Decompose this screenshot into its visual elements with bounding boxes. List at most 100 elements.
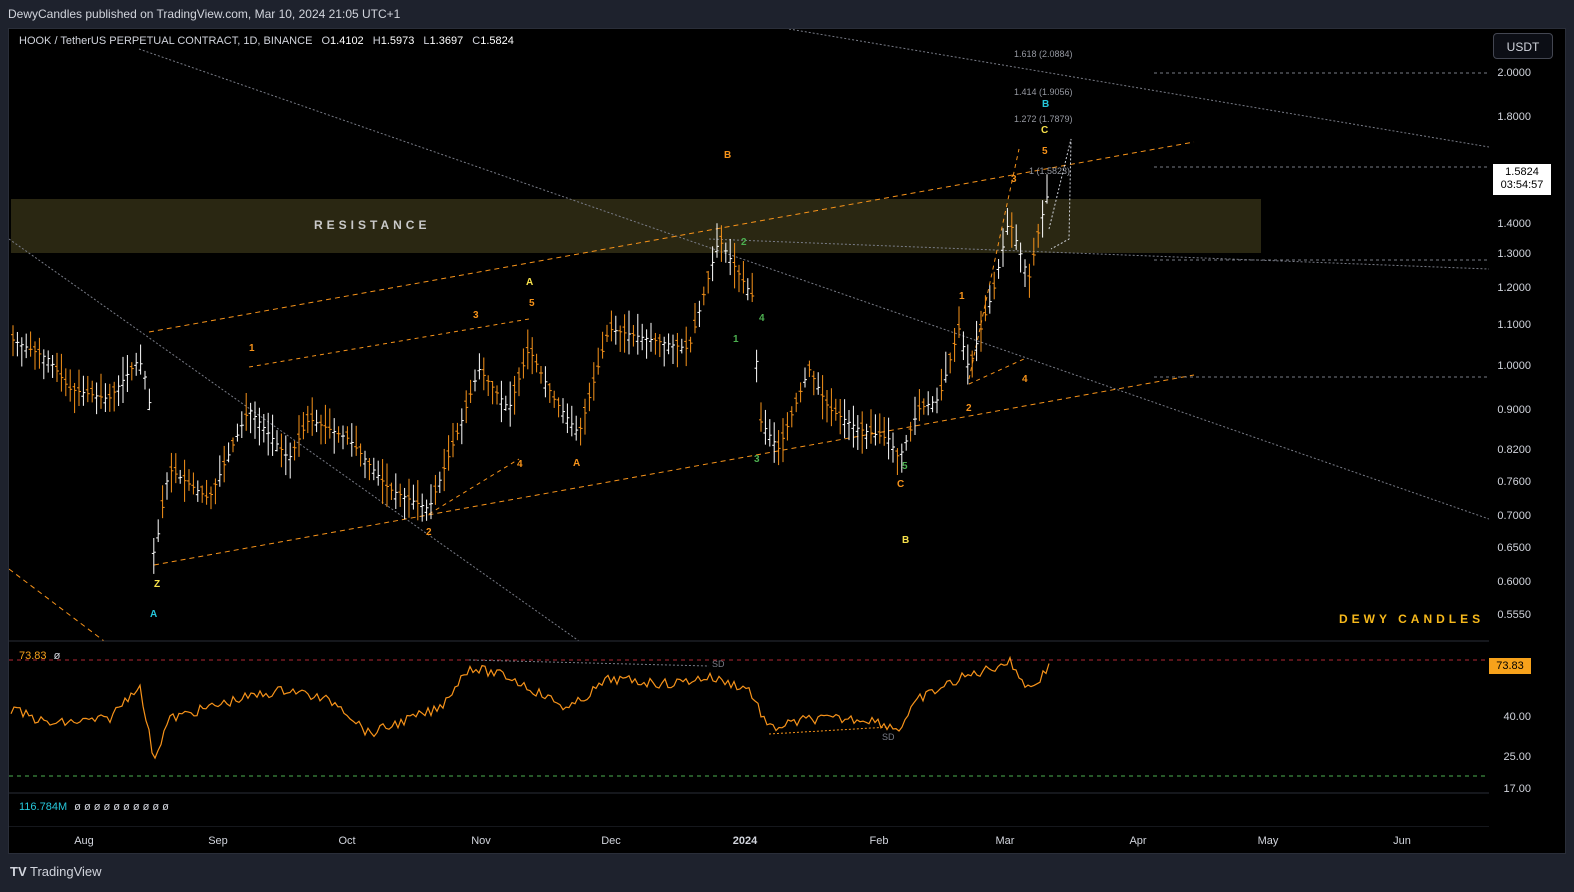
price-bar [125, 355, 130, 392]
price-bar [732, 242, 737, 289]
wave-label: A [573, 458, 580, 469]
price-bar [28, 331, 33, 357]
time-tick: May [1257, 835, 1279, 847]
price-tick: 0.6500 [1497, 542, 1531, 554]
wave-label: 4 [1022, 374, 1028, 385]
price-bar [402, 487, 407, 520]
last-price-tag: 1.5824 03:54:57 [1493, 164, 1551, 195]
price-bar [644, 329, 649, 359]
price-bar [552, 390, 557, 408]
price-bar [393, 473, 398, 509]
price-bar [261, 414, 266, 443]
price-bar [591, 362, 596, 401]
price-bar [495, 385, 499, 405]
price-bar [371, 457, 376, 481]
ohlc-low: 1.3697 [429, 35, 464, 47]
price-axis[interactable]: 2.0000 1.8000 1.4000 1.3000 1.2000 1.1000 1.00… [1487, 29, 1565, 827]
fib-label: 1.618 (2.0884) [1014, 49, 1073, 59]
price-bar [239, 411, 244, 438]
price-bar [19, 337, 24, 367]
price-bar [556, 397, 561, 418]
price-bar [380, 459, 385, 505]
upper-falling-trendline [138, 48, 1489, 520]
price-bar [314, 409, 319, 433]
price-bar [679, 338, 684, 354]
price-bar [908, 421, 913, 442]
price-bar [481, 357, 486, 391]
price-bar [297, 415, 301, 457]
price-tick: 0.8200 [1497, 444, 1531, 456]
price-bar [886, 417, 891, 460]
symbol-info[interactable]: HOOK / TetherUS PERPETUAL CONTRACT, 1D, … [19, 35, 514, 47]
price-bar [851, 405, 856, 448]
volume-legend[interactable]: 116.784M ø ø ø ø ø ø ø ø ø ø [19, 801, 169, 813]
price-bar [129, 362, 134, 381]
time-tick: Nov [471, 835, 491, 847]
price-bar [279, 433, 284, 468]
price-bar [970, 350, 975, 378]
price-bar [437, 471, 442, 493]
price-bar [173, 453, 178, 484]
price-bar [737, 264, 741, 293]
price-bar [490, 381, 495, 405]
price-bar [921, 398, 926, 415]
wave-label: 1 [959, 291, 965, 302]
wave-label: 5 [1042, 146, 1048, 157]
price-bar [99, 373, 103, 409]
price-bar [807, 360, 812, 378]
price-bar [662, 336, 667, 367]
price-bar [1027, 263, 1032, 298]
price-bar [741, 260, 746, 294]
rsi-legend-marker: ø [53, 650, 61, 662]
price-tick: 1.1000 [1497, 319, 1531, 331]
price-bar [248, 402, 253, 434]
price-bar [877, 413, 882, 444]
price-bar [46, 350, 51, 373]
price-bar [565, 403, 570, 434]
price-bar [200, 485, 205, 503]
rsi-divergence-label-bottom: SD [882, 732, 895, 742]
price-bar [292, 440, 297, 461]
price-bar [759, 402, 763, 432]
price-bar [1040, 200, 1045, 238]
price-bar [587, 382, 592, 412]
wave-label: Z [154, 579, 160, 590]
price-bar [517, 367, 521, 397]
ohlc-open: 1.4102 [330, 35, 364, 47]
price-bar [530, 337, 535, 375]
price-bar [283, 435, 288, 476]
price-bar [151, 537, 156, 574]
price-bar [341, 425, 345, 450]
price-bar [794, 392, 799, 413]
price-bar [957, 306, 961, 339]
time-tick: Feb [869, 835, 889, 847]
price-bar [165, 472, 169, 500]
price-bar [160, 485, 165, 519]
tradingview-brand: TradingView [30, 864, 102, 879]
price-chart[interactable]: 1.618 (2.0884) 1.414 (1.9056) 1.272 (1.787… [9, 29, 1489, 827]
rsi-legend[interactable]: 73.83 ø [19, 650, 60, 662]
price-bar [244, 392, 249, 431]
tradingview-logo[interactable]: TV TradingView [10, 862, 102, 882]
old-channel-line [9, 568, 105, 642]
price-bar [710, 246, 715, 282]
price-bar [442, 448, 447, 492]
price-bar [336, 426, 341, 443]
wave-label: 1 [733, 334, 739, 345]
price-bar [345, 426, 350, 445]
price-bar [948, 352, 953, 374]
price-bar [72, 382, 77, 414]
price-bar [209, 486, 213, 510]
rsi-tick: 25.00 [1503, 751, 1531, 763]
chart-panel[interactable]: RESISTANCE 1.618 (2.0884) 1.414 (1.9056)… [8, 28, 1566, 854]
symbol-name[interactable]: HOOK / TetherUS PERPETUAL CONTRACT, 1D, … [19, 35, 312, 47]
price-bar [543, 366, 548, 398]
price-bar [455, 422, 460, 441]
price-bar [860, 411, 865, 454]
price-bar [398, 483, 403, 507]
price-bar [257, 407, 262, 446]
price-bar [578, 417, 583, 446]
price-bar [803, 367, 807, 388]
time-tick: Apr [1129, 835, 1147, 847]
price-bar [112, 381, 117, 412]
